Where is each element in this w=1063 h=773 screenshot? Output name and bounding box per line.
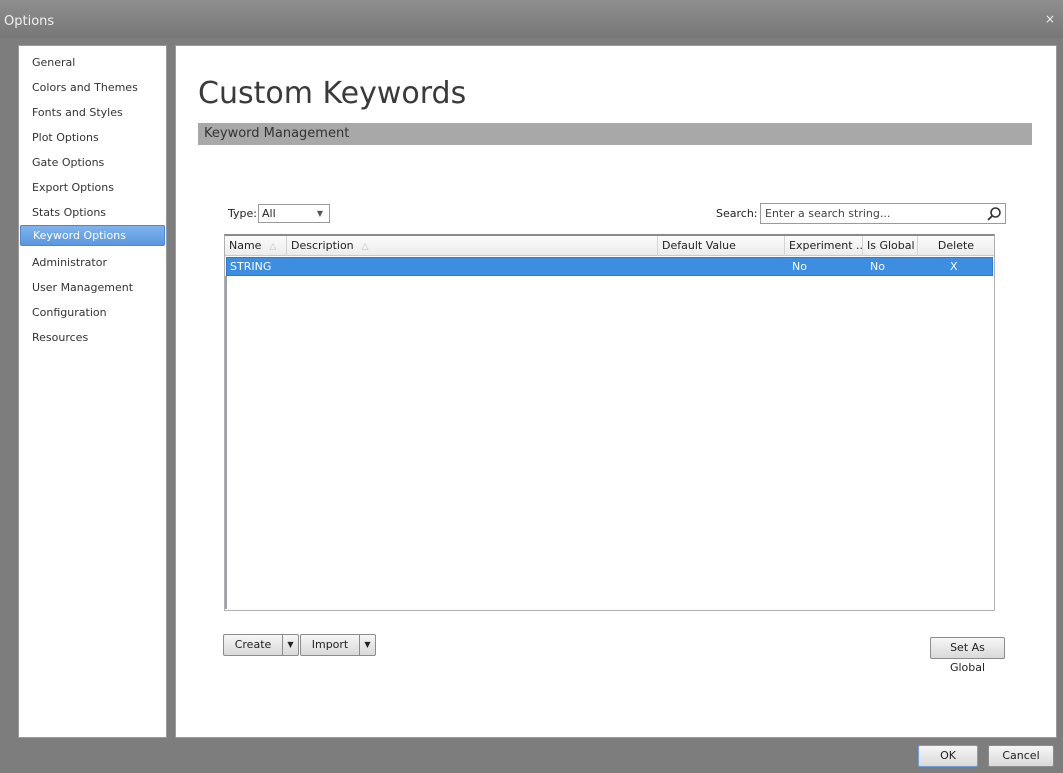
cancel-button[interactable]: Cancel: [988, 745, 1054, 767]
search-label: Search:: [716, 207, 758, 220]
table-edge: [225, 276, 227, 609]
table-row[interactable]: STRING No No X: [226, 257, 993, 276]
sidebar-item-administrator[interactable]: Administrator: [20, 253, 165, 272]
column-header-is-global[interactable]: Is Global: [863, 236, 918, 256]
options-sidebar: General Colors and Themes Fonts and Styl…: [18, 45, 167, 738]
cell-experiment: No: [792, 260, 807, 273]
window-title: Options: [4, 14, 55, 29]
sidebar-item-plot-options[interactable]: Plot Options: [20, 128, 165, 147]
set-as-global-button[interactable]: Set As Global: [930, 637, 1005, 674]
search-box: [760, 203, 1006, 224]
cell-default-value: [659, 258, 662, 275]
cell-description: [288, 258, 291, 275]
cell-name: STRING: [230, 260, 272, 273]
create-button[interactable]: Create ▼: [223, 634, 299, 656]
sort-icon: △: [269, 242, 277, 252]
type-dropdown-value: All: [262, 207, 276, 220]
cell-is-global: No: [870, 260, 885, 273]
sidebar-item-configuration[interactable]: Configuration: [20, 303, 165, 322]
type-dropdown[interactable]: All ▼: [258, 204, 330, 223]
chevron-down-icon[interactable]: ▼: [359, 635, 375, 655]
sidebar-item-stats-options[interactable]: Stats Options: [20, 203, 165, 222]
sidebar-item-gate-options[interactable]: Gate Options: [20, 153, 165, 172]
table-header: Name △ Description △ Default Value Experim…: [225, 236, 994, 256]
column-header-description[interactable]: Description △: [287, 236, 658, 256]
close-icon[interactable]: ×: [1043, 12, 1057, 26]
sidebar-item-colors-and-themes[interactable]: Colors and Themes: [20, 78, 165, 97]
sidebar-item-resources[interactable]: Resources: [20, 328, 165, 347]
dialog-footer: OK Cancel: [0, 740, 1063, 773]
column-header-delete[interactable]: Delete: [918, 236, 994, 256]
column-header-default-value[interactable]: Default Value: [658, 236, 785, 256]
page-title: Custom Keywords: [198, 76, 467, 111]
sidebar-item-keyword-options[interactable]: Keyword Options: [20, 225, 165, 246]
sidebar-item-general[interactable]: General: [20, 53, 165, 72]
section-header: Keyword Management: [198, 123, 1032, 145]
type-label: Type:: [228, 207, 257, 220]
sort-icon: △: [361, 242, 369, 252]
search-input[interactable]: [761, 204, 981, 223]
column-header-experiment[interactable]: Experiment ...: [785, 236, 863, 256]
chevron-down-icon[interactable]: ▼: [282, 635, 298, 655]
import-button[interactable]: Import ▼: [300, 634, 376, 656]
column-header-description-label: Description: [291, 239, 354, 252]
cell-delete[interactable]: X: [947, 258, 958, 275]
title-bar: Options ×: [0, 0, 1063, 38]
sidebar-item-user-management[interactable]: User Management: [20, 278, 165, 297]
search-icon[interactable]: [986, 206, 1002, 222]
column-header-name[interactable]: Name △: [225, 236, 287, 256]
ok-button[interactable]: OK: [918, 745, 978, 767]
sidebar-item-fonts-and-styles[interactable]: Fonts and Styles: [20, 103, 165, 122]
import-button-label: Import: [311, 638, 349, 651]
chevron-down-icon: ▼: [316, 209, 323, 218]
sidebar-item-export-options[interactable]: Export Options: [20, 178, 165, 197]
options-panel: Custom Keywords Keyword Management Type:…: [175, 45, 1057, 738]
create-button-label: Create: [234, 638, 272, 651]
column-header-name-label: Name: [229, 239, 262, 252]
keywords-table: Name △ Description △ Default Value Experim…: [224, 234, 995, 611]
